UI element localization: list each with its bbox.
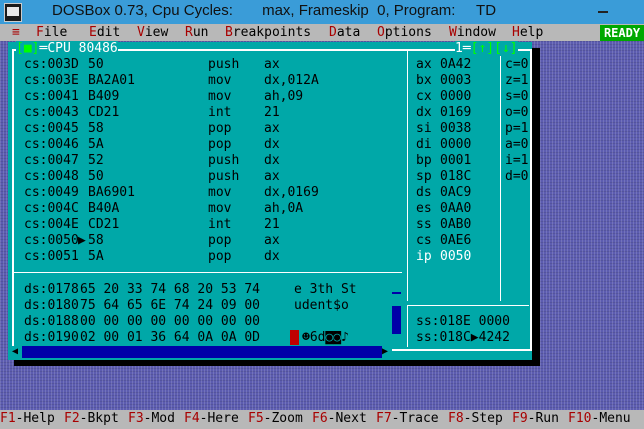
window-title: DOSBox 0.73, Cpu Cycles: max, Frameskip … — [52, 2, 497, 19]
f7-trace-key[interactable]: F7-Trace — [376, 411, 439, 426]
pane-divider — [407, 49, 408, 301]
f9-run-key[interactable]: F9-Run — [512, 411, 559, 426]
f4-here-key[interactable]: F4-Here — [184, 411, 239, 426]
close-window-icon[interactable]: [■] — [16, 41, 39, 56]
register[interactable]: ax 0A42 — [416, 57, 471, 73]
register-changed[interactable]: ip 0050 — [416, 249, 471, 265]
pane-divider — [12, 272, 402, 273]
window-number: 1 — [455, 41, 463, 56]
system-menu-icon[interactable]: ≡ — [12, 25, 20, 40]
cpu-window-title: CPU 80486 — [47, 41, 118, 56]
window-shadow — [532, 48, 540, 366]
menu-window[interactable]: Window — [449, 25, 496, 40]
cpu-window-controls: 1═[↑][↓] — [455, 41, 518, 56]
register[interactable]: dx 0169 — [416, 105, 471, 121]
scroll-thumb[interactable] — [392, 294, 401, 306]
scroll-up-icon[interactable] — [392, 282, 401, 292]
flag[interactable]: s=0 — [505, 89, 528, 105]
register[interactable]: cx 0000 — [416, 89, 471, 105]
register[interactable]: ds 0AC9 — [416, 185, 471, 201]
stack-row[interactable]: ss:018E 0000 — [416, 314, 510, 330]
scroll-left-icon[interactable]: ◀ — [12, 346, 22, 358]
pane-divider — [500, 49, 501, 301]
window-title-bar[interactable]: DOSBox 0.73, Cpu Cycles: max, Frameskip … — [0, 0, 644, 24]
f2-breakpoint-key[interactable]: F2-Bkpt — [64, 411, 119, 426]
f8-step-key[interactable]: F8-Step — [448, 411, 503, 426]
f5-zoom-key[interactable]: F5-Zoom — [248, 411, 303, 426]
dosbox-app-icon[interactable] — [4, 3, 22, 22]
menu-run[interactable]: Run — [185, 25, 208, 40]
menu-bar: ≡ File Edit View Run Breakpoints Data Op… — [0, 24, 644, 41]
flag[interactable]: c=0 — [505, 57, 528, 73]
menu-breakpoints[interactable]: Breakpoints — [225, 25, 311, 40]
f10-menu-key[interactable]: F10-Menu — [568, 411, 631, 426]
register[interactable]: es 0AA0 — [416, 201, 471, 217]
menu-edit[interactable]: Edit — [89, 25, 120, 40]
stack-pointer-icon: ▶ — [470, 330, 479, 345]
menu-data[interactable]: Data — [329, 25, 360, 40]
cpu-window-title-bar: [■]═CPU 80486 — [16, 41, 118, 56]
pane-divider — [407, 305, 529, 306]
f3-mod-key[interactable]: F3-Mod — [128, 411, 175, 426]
register[interactable]: ss 0AB0 — [416, 217, 471, 233]
instruction-pointer-icon: ▶ — [78, 233, 86, 248]
zoom-resize-icon[interactable]: [↑][↓] — [471, 41, 518, 56]
scroll-down-icon[interactable] — [392, 334, 401, 344]
flag[interactable]: o=0 — [505, 105, 528, 121]
menu-view[interactable]: View — [137, 25, 168, 40]
window-shadow — [14, 360, 540, 366]
register[interactable]: bx 0003 — [416, 73, 471, 89]
f1-help-key[interactable]: F1-Help — [0, 411, 55, 426]
menu-file[interactable]: File — [36, 25, 67, 40]
menu-help[interactable]: Help — [512, 25, 543, 40]
menu-options[interactable]: Options — [377, 25, 432, 40]
dump-vertical-scrollbar[interactable] — [392, 282, 401, 344]
pane-divider — [407, 305, 408, 347]
status-indicator: READY — [600, 25, 644, 41]
dump-cursor — [290, 330, 299, 345]
flag[interactable]: p=1 — [505, 121, 528, 137]
flag[interactable]: a=0 — [505, 137, 528, 153]
scroll-right-icon[interactable]: ▶ — [382, 346, 392, 358]
flag[interactable]: d=0 — [505, 169, 528, 185]
flag[interactable]: i=1 — [505, 153, 528, 169]
flag[interactable]: z=1 — [505, 73, 528, 89]
dump-horizontal-scrollbar[interactable]: ◀ ▶ — [12, 346, 392, 358]
function-key-bar: F1-Help F2-Bkpt F3-Mod F4-Here F5-Zoom F… — [0, 410, 644, 429]
stack-row-current[interactable]: ss:018C▶4242 — [416, 330, 510, 346]
register[interactable]: si 0038 — [416, 121, 471, 137]
register[interactable]: cs 0AE6 — [416, 233, 471, 249]
minimize-icon[interactable] — [598, 11, 608, 13]
register[interactable]: sp 018C — [416, 169, 471, 185]
f6-next-key[interactable]: F6-Next — [312, 411, 367, 426]
register[interactable]: di 0000 — [416, 137, 471, 153]
register[interactable]: bp 0001 — [416, 153, 471, 169]
